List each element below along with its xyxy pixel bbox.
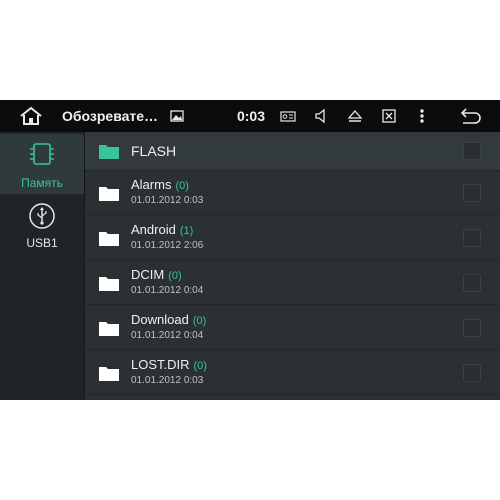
folder-icon (98, 184, 120, 202)
folder-name: Alarms (131, 177, 172, 192)
list-item[interactable]: Alarms (0) 01.01.2012 0:03 (85, 170, 500, 215)
sidebar-item-label: USB1 (26, 236, 58, 250)
item-count: (1) (179, 225, 194, 237)
item-checkbox[interactable] (463, 274, 481, 292)
folder-date: 01.01.2012 0:04 (131, 285, 204, 296)
folder-name: Download (131, 312, 189, 327)
folder-name-line: Download (0) (131, 312, 206, 327)
item-checkbox[interactable] (463, 229, 481, 247)
folder-name-line: DCIM (0) (131, 267, 182, 282)
volume-icon[interactable] (312, 100, 330, 132)
folder-name-line: Android (1) (131, 222, 193, 237)
back-icon[interactable] (454, 100, 486, 132)
status-bar: Обозревате… 0:03 (0, 100, 500, 132)
folder-date: 01.01.2012 0:03 (131, 375, 204, 386)
folder-icon (98, 274, 120, 292)
app-title: Обозревате… (62, 108, 159, 124)
more-icon[interactable] (414, 100, 430, 132)
folder-icon (98, 319, 120, 337)
item-checkbox[interactable] (463, 184, 481, 202)
clock: 0:03 (236, 108, 266, 124)
root-folder-row[interactable]: FLASH (85, 132, 500, 171)
item-count: (0) (193, 360, 207, 372)
sidebar-item-usb1[interactable]: USB1 (0, 198, 84, 258)
folder-name-line: LOST.DIR (0) (131, 357, 207, 372)
folder-date: 01.01.2012 2:06 (131, 240, 204, 251)
file-list: FLASH Alarms (0) 01.01.2012 0:03 Android(… (85, 132, 500, 400)
folder-name: Android (131, 222, 176, 237)
eject-icon[interactable] (344, 100, 366, 132)
folder-icon (98, 229, 120, 247)
close-window-icon[interactable] (378, 100, 400, 132)
folder-name: DCIM (131, 267, 165, 282)
home-icon[interactable] (16, 100, 46, 132)
root-folder-name: FLASH (131, 143, 177, 159)
item-count: (0) (175, 180, 189, 192)
radio-icon[interactable] (278, 100, 298, 132)
folder-green-icon (98, 142, 120, 160)
list-item[interactable]: Android (1) 01.01.2012 2:06 (85, 215, 500, 260)
folder-name: LOST.DIR (131, 357, 190, 372)
folder-date: 01.01.2012 0:03 (131, 195, 204, 206)
root-checkbox[interactable] (463, 142, 481, 160)
folder-date: 01.01.2012 0:04 (131, 330, 204, 341)
item-count: (0) (192, 315, 207, 327)
folder-name-line: Alarms (0) (131, 177, 189, 192)
list-item[interactable]: Download (0) 01.01.2012 0:04 (85, 305, 500, 350)
list-item[interactable]: DCIM (0) 01.01.2012 0:04 (85, 260, 500, 305)
sidebar-item-memory[interactable]: Память (0, 134, 84, 194)
storage-sidebar: Память USB1 (0, 132, 85, 400)
file-browser-screen: Обозревате… 0:03 Память USB1 FLASH Alarm… (0, 100, 500, 400)
gallery-icon (168, 100, 186, 132)
list-item[interactable]: LOST.DIR (0) 01.01.2012 0:03 (85, 350, 500, 395)
memory-chip-icon (28, 140, 56, 168)
usb-icon (28, 202, 56, 230)
sidebar-item-label: Память (21, 176, 63, 190)
item-checkbox[interactable] (463, 364, 481, 382)
folder-icon (98, 364, 120, 382)
item-checkbox[interactable] (463, 319, 481, 337)
item-count: (0) (168, 270, 182, 282)
